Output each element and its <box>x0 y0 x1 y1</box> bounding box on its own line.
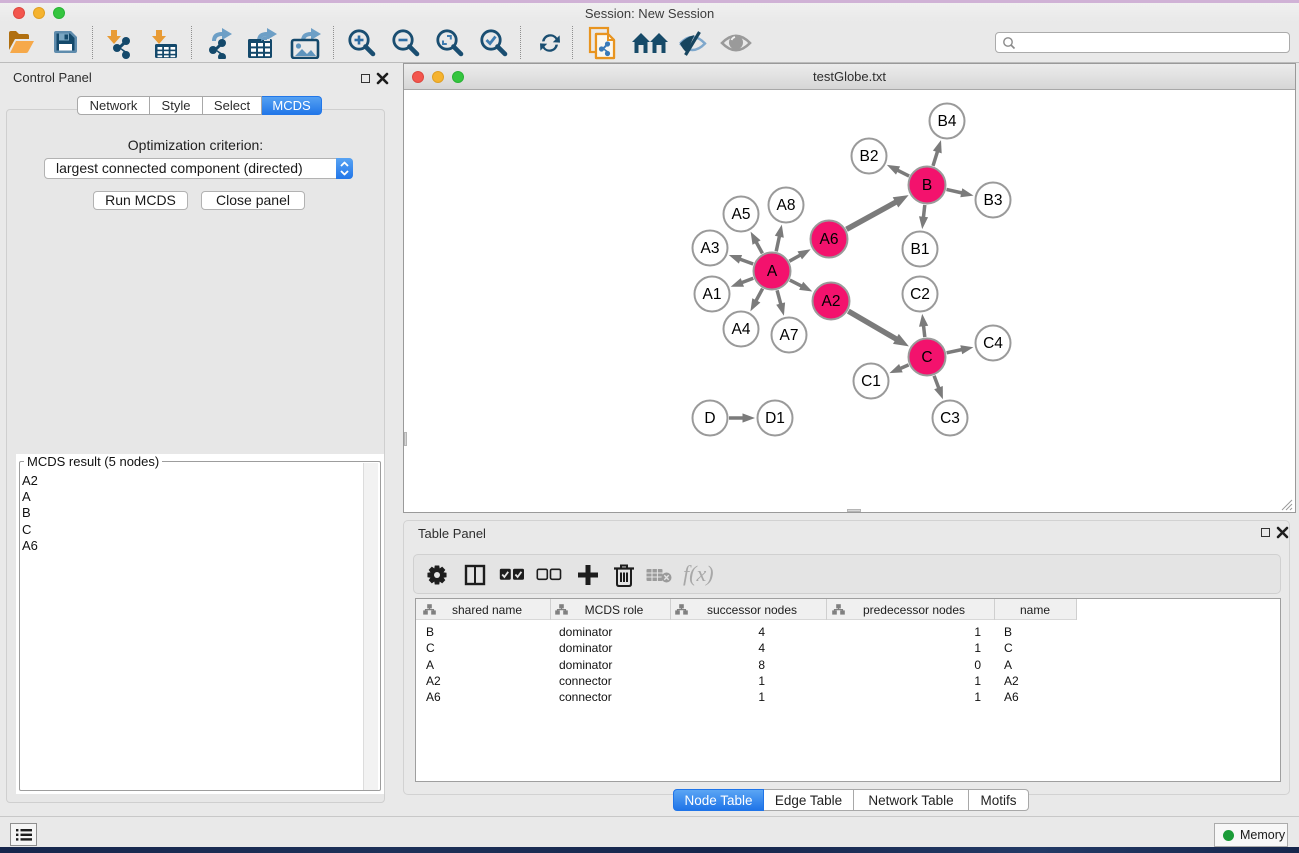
svg-text:A1: A1 <box>703 286 722 303</box>
svg-text:B4: B4 <box>938 113 957 130</box>
svg-text:B1: B1 <box>911 241 930 258</box>
svg-text:D1: D1 <box>765 410 785 427</box>
svg-text:A6: A6 <box>820 231 839 248</box>
svg-text:C2: C2 <box>910 286 930 303</box>
svg-text:C4: C4 <box>983 335 1003 352</box>
svg-text:A7: A7 <box>780 327 799 344</box>
svg-text:A3: A3 <box>701 240 720 257</box>
svg-text:B3: B3 <box>984 192 1003 209</box>
svg-text:A: A <box>767 263 778 280</box>
svg-text:C1: C1 <box>861 373 881 390</box>
svg-text:A4: A4 <box>732 321 751 338</box>
svg-text:D: D <box>704 410 715 427</box>
svg-text:A2: A2 <box>822 293 841 310</box>
svg-text:A8: A8 <box>777 197 796 214</box>
svg-text:A5: A5 <box>732 206 751 223</box>
svg-text:C3: C3 <box>940 410 960 427</box>
svg-text:C: C <box>921 349 932 366</box>
svg-text:B: B <box>922 177 932 194</box>
svg-text:B2: B2 <box>860 148 879 165</box>
